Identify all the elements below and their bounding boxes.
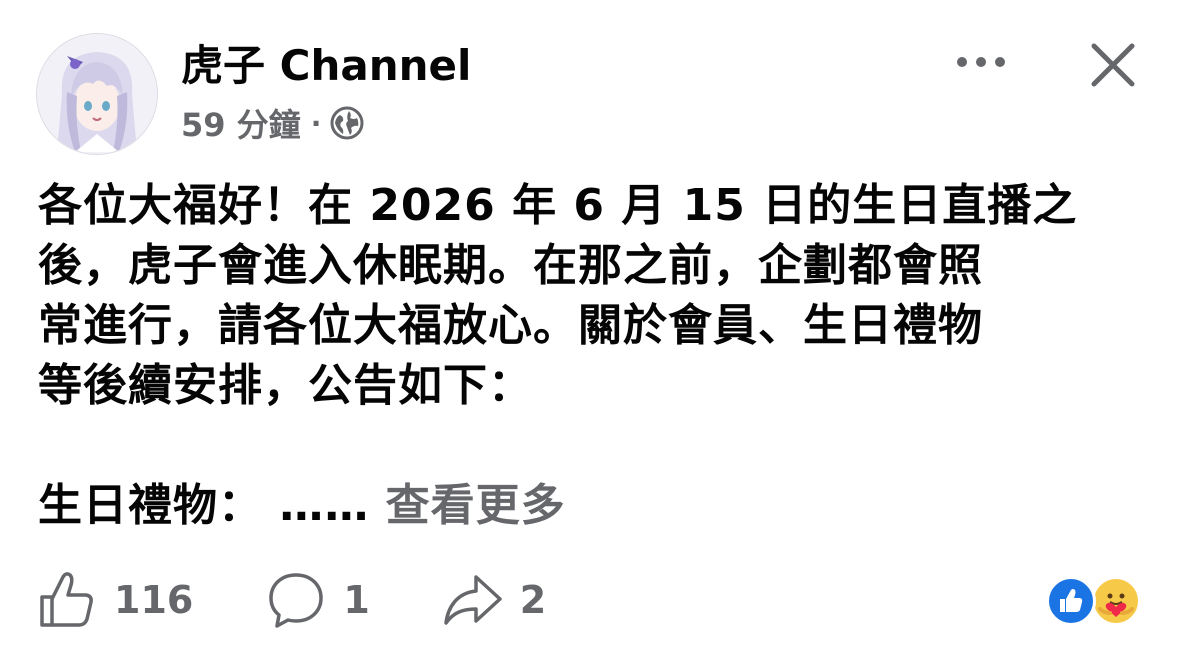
like-count: 116 (114, 578, 194, 622)
post-body-line: 等後續安排，公告如下： (38, 360, 533, 411)
like-reaction-icon (1046, 576, 1096, 626)
facebook-post: 虎子 Channel 59 分鐘 · 各位大福好！在 2026 年 6 月 15… (0, 0, 1179, 655)
care-reaction-icon (1091, 576, 1141, 626)
post-meta: 59 分鐘 · (181, 101, 365, 145)
close-icon (1091, 43, 1135, 87)
globe-icon[interactable] (329, 105, 365, 141)
post-time[interactable]: 59 分鐘 (181, 100, 301, 146)
comment-count: 1 (343, 578, 370, 622)
reaction-summary[interactable] (1046, 576, 1146, 628)
post-body-line: 各位大福好！在 2026 年 6 月 15 日的生日直播之 (38, 180, 1078, 231)
more-options-button[interactable] (948, 40, 1014, 84)
post-body-last-line: 生日禮物： …… 查看更多 (38, 476, 1148, 536)
comment-bubble-icon (269, 573, 324, 628)
see-more-link[interactable]: 查看更多 (386, 480, 566, 531)
thumbs-up-icon (40, 572, 93, 627)
share-count: 2 (519, 578, 547, 622)
post-body: 各位大福好！在 2026 年 6 月 15 日的生日直播之 後，虎子會進入休眠期… (38, 176, 1148, 536)
truncated-text: 生日禮物： …… (38, 480, 370, 531)
anime-girl-avatar-icon (37, 34, 157, 154)
more-dots-icon (957, 57, 1005, 67)
like-button[interactable]: 116 (36, 569, 193, 631)
post-body-line: 後，虎子會進入休眠期。在那之前，企劃都會照 (38, 240, 983, 291)
page-avatar[interactable] (36, 33, 158, 155)
comment-button[interactable]: 1 (265, 569, 370, 631)
post-actions: 116 1 2 (36, 568, 618, 632)
meta-separator: · (310, 106, 322, 140)
close-button[interactable] (1084, 36, 1142, 94)
share-button[interactable]: 2 (442, 569, 546, 631)
post-body-line: 常進行，請各位大福放心。關於會員、生日禮物 (38, 300, 983, 351)
share-arrow-icon (444, 575, 502, 625)
page-name[interactable]: 虎子 Channel (181, 38, 471, 94)
